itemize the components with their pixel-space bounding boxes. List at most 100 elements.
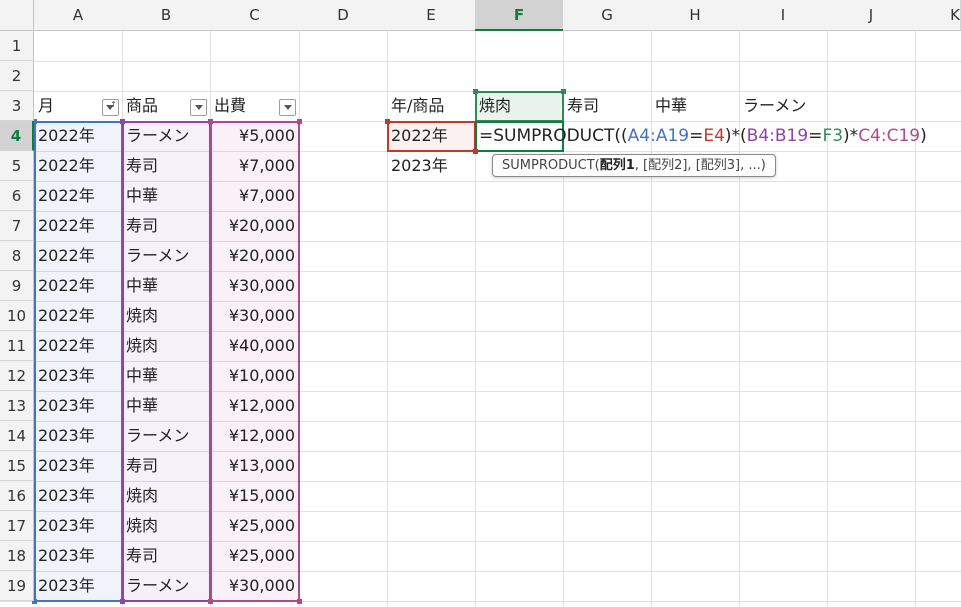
cell-c12[interactable]: ¥10,000 (210, 361, 299, 391)
cell-b16[interactable]: 焼肉 (122, 481, 210, 511)
cell-b10[interactable]: 焼肉 (122, 301, 210, 331)
cell-a9[interactable]: 2022年 (34, 271, 122, 301)
cell-b13[interactable]: 中華 (122, 391, 210, 421)
cell-a6[interactable]: 2022年 (34, 181, 122, 211)
cell-a8[interactable]: 2022年 (34, 241, 122, 271)
column-header-a[interactable]: A (34, 0, 123, 31)
cell-b17[interactable]: 焼肉 (122, 511, 210, 541)
cell-a19[interactable]: 2023年 (34, 571, 122, 601)
cell-c7[interactable]: ¥20,000 (210, 211, 299, 241)
cell-b9[interactable]: 中華 (122, 271, 210, 301)
cell-a11[interactable]: 2022年 (34, 331, 122, 361)
cell-g3[interactable]: 寿司 (563, 91, 651, 121)
column-header-k[interactable]: K (915, 0, 961, 31)
cell-a18[interactable]: 2023年 (34, 541, 122, 571)
column-header-h[interactable]: H (651, 0, 740, 31)
row-header-17[interactable]: 17 (0, 511, 34, 541)
cell-i3[interactable]: ラーメン (739, 91, 827, 121)
cell-a12[interactable]: 2023年 (34, 361, 122, 391)
column-header-c[interactable]: C (210, 0, 300, 31)
spreadsheet-grid[interactable]: A B C D E F G H I J K 1 2 3 4 5 6 7 8 9 … (0, 0, 961, 607)
cell-c5[interactable]: ¥7,000 (210, 151, 299, 181)
tooltip-func[interactable]: SUMPRODUCT( (502, 158, 600, 173)
sort-ascending-icon: ↑ (110, 100, 117, 109)
row-header-16[interactable]: 16 (0, 481, 34, 511)
row-header-9[interactable]: 9 (0, 271, 34, 301)
row-header-4[interactable]: 4 (0, 121, 34, 151)
cell-b5[interactable]: 寿司 (122, 151, 210, 181)
formula-edit-f4[interactable]: =SUMPRODUCT((A4:A19=E4)*(B4:B19=F3)*C4:C… (475, 121, 931, 151)
cell-c8[interactable]: ¥20,000 (210, 241, 299, 271)
row-header-2[interactable]: 2 (0, 61, 34, 91)
cell-h3[interactable]: 中華 (651, 91, 739, 121)
formula-paren: )* (843, 126, 859, 146)
filter-button-product[interactable] (190, 99, 207, 116)
tooltip-current-arg[interactable]: 配列1 (600, 158, 635, 173)
row-header-15[interactable]: 15 (0, 451, 34, 481)
function-argument-tooltip[interactable]: SUMPRODUCT(配列1, [配列2], [配列3], ...) (492, 154, 776, 177)
cell-b11[interactable]: 焼肉 (122, 331, 210, 361)
column-header-b[interactable]: B (122, 0, 211, 31)
cell-b19[interactable]: ラーメン (122, 571, 210, 601)
row-header-6[interactable]: 6 (0, 181, 34, 211)
select-all-corner[interactable] (0, 0, 34, 31)
cell-c9[interactable]: ¥30,000 (210, 271, 299, 301)
cell-a15[interactable]: 2023年 (34, 451, 122, 481)
column-header-j[interactable]: J (827, 0, 916, 31)
row-header-3[interactable]: 3 (0, 91, 34, 121)
cell-c6[interactable]: ¥7,000 (210, 181, 299, 211)
row-header-18[interactable]: 18 (0, 541, 34, 571)
column-header-g[interactable]: G (563, 0, 652, 31)
row-header-19[interactable]: 19 (0, 571, 34, 601)
cell-c10[interactable]: ¥30,000 (210, 301, 299, 331)
row-header-14[interactable]: 14 (0, 421, 34, 451)
column-header-e[interactable]: E (387, 0, 476, 31)
row-header-1[interactable]: 1 (0, 31, 34, 61)
cell-b14[interactable]: ラーメン (122, 421, 210, 451)
cell-f3[interactable]: 焼肉 (475, 91, 563, 121)
filter-sort-button-month[interactable]: ↑ (102, 99, 119, 116)
row-header-11[interactable]: 11 (0, 331, 34, 361)
cell-a7[interactable]: 2022年 (34, 211, 122, 241)
cell-a13[interactable]: 2023年 (34, 391, 122, 421)
row-header-8[interactable]: 8 (0, 241, 34, 271)
cell-b6[interactable]: 中華 (122, 181, 210, 211)
row-header-13[interactable]: 13 (0, 391, 34, 421)
cell-c18[interactable]: ¥25,000 (210, 541, 299, 571)
cell-a16[interactable]: 2023年 (34, 481, 122, 511)
cell-b15[interactable]: 寿司 (122, 451, 210, 481)
column-header-i[interactable]: I (739, 0, 828, 31)
cell-e5[interactable]: 2023年 (387, 151, 475, 181)
cell-c11[interactable]: ¥40,000 (210, 331, 299, 361)
cell-c17[interactable]: ¥25,000 (210, 511, 299, 541)
cell-c13[interactable]: ¥12,000 (210, 391, 299, 421)
cell-e4[interactable]: 2022年 (387, 121, 475, 151)
cell-a17[interactable]: 2023年 (34, 511, 122, 541)
tooltip-rest: , [配列2], [配列3], ...) (634, 158, 766, 173)
column-header-f[interactable]: F (475, 0, 564, 31)
formula-ref-b: B4:B19 (746, 126, 809, 146)
row-header-12[interactable]: 12 (0, 361, 34, 391)
cell-c14[interactable]: ¥12,000 (210, 421, 299, 451)
cell-a10[interactable]: 2022年 (34, 301, 122, 331)
row-header-10[interactable]: 10 (0, 301, 34, 331)
formula-paren: ) (920, 126, 927, 146)
cell-a14[interactable]: 2023年 (34, 421, 122, 451)
column-header-d[interactable]: D (299, 0, 388, 31)
cell-b18[interactable]: 寿司 (122, 541, 210, 571)
cell-b4[interactable]: ラーメン (122, 121, 210, 151)
cell-b8[interactable]: ラーメン (122, 241, 210, 271)
cell-c15[interactable]: ¥13,000 (210, 451, 299, 481)
cell-b12[interactable]: 中華 (122, 361, 210, 391)
cell-c4[interactable]: ¥5,000 (210, 121, 299, 151)
cell-c19[interactable]: ¥30,000 (210, 571, 299, 601)
cell-e3[interactable]: 年/商品 (387, 91, 475, 121)
cell-a5[interactable]: 2022年 (34, 151, 122, 181)
filter-button-expense[interactable] (279, 99, 296, 116)
cell-b7[interactable]: 寿司 (122, 211, 210, 241)
cell-c16[interactable]: ¥15,000 (210, 481, 299, 511)
cell-a4[interactable]: 2022年 (34, 121, 122, 151)
row-header-5[interactable]: 5 (0, 151, 34, 181)
row-header-7[interactable]: 7 (0, 211, 34, 241)
grid-line (0, 61, 961, 62)
